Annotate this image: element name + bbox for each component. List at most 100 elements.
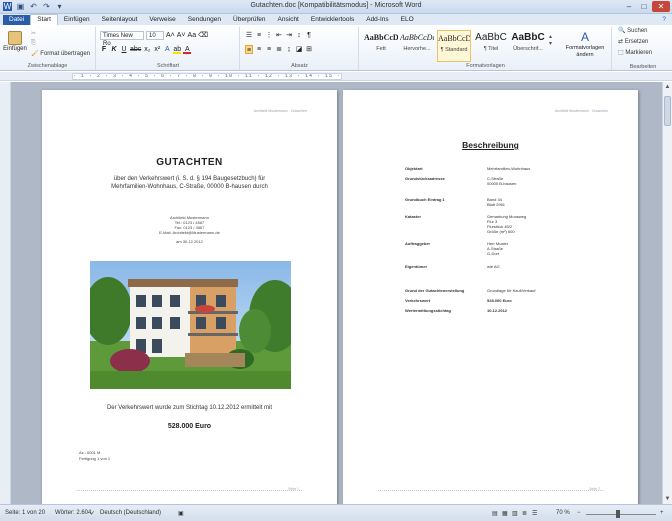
scroll-thumb[interactable] xyxy=(664,96,671,126)
style-sample: AaBbCcDd xyxy=(364,33,398,42)
increase-indent-icon[interactable]: ⇥ xyxy=(285,31,293,40)
font-size-select[interactable]: 10 xyxy=(146,31,164,40)
subscript-button[interactable]: x₂ xyxy=(143,45,151,54)
style-name: Fett xyxy=(376,46,386,52)
maximize-icon[interactable]: □ xyxy=(637,1,651,12)
replace-button[interactable]: ⇄ Ersetzen xyxy=(618,38,648,45)
document-canvas[interactable]: Architekt Mustermann · Gutachten GUTACHT… xyxy=(11,82,662,504)
page-2[interactable]: Architekt Mustermann · Gutachten Beschre… xyxy=(343,90,638,504)
copy-icon[interactable]: ⎘ xyxy=(31,40,36,47)
style-sample: AaBbC xyxy=(511,32,545,43)
align-center-icon[interactable]: ≡ xyxy=(255,45,263,54)
row-value: G-Dorf xyxy=(487,251,499,256)
bullets-icon[interactable]: ☰ xyxy=(245,31,253,40)
view-print-layout-icon[interactable]: ▤ xyxy=(492,510,498,517)
word-count[interactable]: Wörter: 2.604 xyxy=(55,510,91,516)
zoom-level[interactable]: 70 % xyxy=(556,510,570,516)
spellcheck-icon[interactable]: ✓ xyxy=(90,510,95,517)
language[interactable]: Deutsch (Deutschland) xyxy=(100,510,161,516)
superscript-button[interactable]: x² xyxy=(153,45,161,54)
style-title[interactable]: AaBbC ¶ Titel xyxy=(474,30,508,62)
format-painter-label: Format übertragen xyxy=(40,51,90,57)
tab-references[interactable]: Verweise xyxy=(143,15,181,25)
page-count[interactable]: Seite: 1 von 20 xyxy=(5,510,45,516)
borders-icon[interactable]: ⊞ xyxy=(305,45,313,54)
zoom-slider[interactable] xyxy=(586,514,656,518)
sort-icon[interactable]: ↕ xyxy=(295,31,303,40)
align-left-icon[interactable]: ≡ xyxy=(245,45,253,54)
vertical-scrollbar[interactable]: ▲ ▼ xyxy=(662,82,672,504)
change-case-icon[interactable]: Aa xyxy=(188,31,197,40)
vertical-ruler[interactable] xyxy=(0,82,11,504)
row-key: Kataster xyxy=(405,214,422,219)
font-row-1: Times New Ro 10 A˄ A˅ Aa ⌫ xyxy=(100,31,208,47)
italic-button[interactable]: K xyxy=(110,45,118,54)
text-effects-icon[interactable]: A xyxy=(163,45,171,54)
bold-button[interactable]: F xyxy=(100,45,108,54)
title-bar: W ▣ ↶ ↷ ▾ Gutachten.doc [Kompatibilitäts… xyxy=(0,0,672,14)
tab-insert[interactable]: Einfügen xyxy=(58,15,96,25)
shrink-font-icon[interactable]: A˅ xyxy=(177,31,186,40)
search-button[interactable]: 🔍 Suchen xyxy=(618,27,648,34)
align-right-icon[interactable]: ≡ xyxy=(265,45,273,54)
highlight-icon[interactable]: ab xyxy=(173,45,182,54)
shading-icon[interactable]: ◪ xyxy=(295,45,303,54)
cut-icon[interactable]: ✂ xyxy=(31,30,36,37)
scroll-down-icon[interactable]: ▼ xyxy=(664,496,671,502)
tab-mailings[interactable]: Sendungen xyxy=(182,15,227,25)
underline-button[interactable]: U xyxy=(120,45,128,54)
group-label-font: Schriftart xyxy=(156,63,179,69)
minimize-icon[interactable]: – xyxy=(622,1,636,12)
view-fullscreen-icon[interactable]: ▦ xyxy=(502,510,508,517)
group-font: Times New Ro 10 A˄ A˅ Aa ⌫ F K U abc x₂ … xyxy=(97,27,240,70)
page-1[interactable]: Architekt Mustermann · Gutachten GUTACHT… xyxy=(42,90,337,504)
row-value: Mehrfamilien-Wohnhaus xyxy=(487,166,531,171)
row-value: 00000 B-hausen xyxy=(487,181,517,186)
zoom-thumb[interactable] xyxy=(615,510,620,518)
style-name: Überschrif... xyxy=(513,46,543,52)
format-painter-icon: 🖌 xyxy=(31,51,39,57)
view-web-icon[interactable]: ▥ xyxy=(512,510,518,517)
tab-page-layout[interactable]: Seitenlayout xyxy=(96,15,144,25)
numbering-icon[interactable]: ≡ xyxy=(255,31,263,40)
style-emphasis[interactable]: AaBbCcDd Hervorhe... xyxy=(400,30,434,62)
font-color-icon[interactable]: A xyxy=(183,45,192,54)
tab-review[interactable]: Überprüfen xyxy=(227,15,272,25)
show-marks-icon[interactable]: ¶ xyxy=(305,31,313,40)
style-standard[interactable]: AaBbCcDd ¶ Standard xyxy=(437,30,471,62)
strikethrough-button[interactable]: abc xyxy=(130,45,141,54)
grow-font-icon[interactable]: A˄ xyxy=(166,31,175,40)
format-painter-button[interactable]: 🖌 Format übertragen xyxy=(31,50,90,57)
font-row-2: F K U abc x₂ x² A ab A xyxy=(100,45,192,54)
view-outline-icon[interactable]: ≣ xyxy=(522,510,527,517)
view-draft-icon[interactable]: ☰ xyxy=(532,510,537,517)
tab-developer[interactable]: Entwicklertools xyxy=(305,15,360,25)
decrease-indent-icon[interactable]: ⇤ xyxy=(275,31,283,40)
zoom-in-icon[interactable]: + xyxy=(660,510,664,516)
horizontal-ruler[interactable]: · 1 · 2 · 3 · 4 · 5 · 6 · 7 · 8 · 9 · 10… xyxy=(0,72,672,81)
paste-button[interactable]: Einfügen xyxy=(3,31,27,52)
tab-start[interactable]: Start xyxy=(30,14,58,25)
change-styles-button[interactable]: A Formatvorlagen ändern xyxy=(560,30,610,58)
line-spacing-icon[interactable]: ↨ xyxy=(285,45,293,54)
tab-addins[interactable]: Add-Ins xyxy=(360,15,394,25)
ribbon-help-icon[interactable]: ? xyxy=(656,15,672,25)
tab-file[interactable]: Datei xyxy=(3,15,31,25)
tab-view[interactable]: Ansicht xyxy=(272,15,305,25)
select-icon: ⬚ xyxy=(618,50,624,56)
font-name-select[interactable]: Times New Ro xyxy=(100,31,144,47)
style-heading[interactable]: AaBbC Überschrif... xyxy=(511,30,545,62)
styles-scroll-icon[interactable]: ▴ ▾ xyxy=(549,33,552,47)
style-bold[interactable]: AaBbCcDd Fett xyxy=(364,30,398,62)
scroll-up-icon[interactable]: ▲ xyxy=(664,84,671,90)
multilevel-list-icon[interactable]: ⋮ xyxy=(265,31,273,40)
clear-format-icon[interactable]: ⌫ xyxy=(198,31,208,40)
select-button[interactable]: ⬚ Markieren xyxy=(618,49,652,56)
zoom-out-icon[interactable]: − xyxy=(577,510,581,516)
replace-label: Ersetzen xyxy=(624,39,649,45)
macro-icon[interactable]: ▣ xyxy=(178,510,184,517)
house-photo[interactable] xyxy=(90,261,291,389)
justify-icon[interactable]: ≣ xyxy=(275,45,283,54)
close-icon[interactable]: ✕ xyxy=(652,1,670,12)
tab-elo[interactable]: ELO xyxy=(395,15,420,25)
